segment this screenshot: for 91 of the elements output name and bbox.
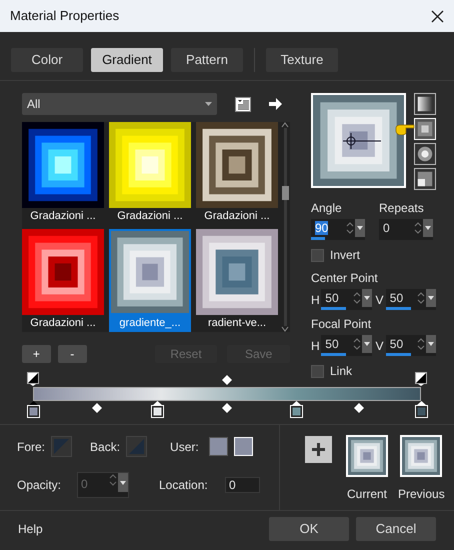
fore-swatch[interactable] bbox=[51, 436, 72, 457]
checkbox-label: Link bbox=[330, 363, 352, 380]
checkbox[interactable] bbox=[311, 364, 324, 378]
caret-icon bbox=[425, 226, 431, 230]
field-label: Back: bbox=[90, 438, 120, 456]
close-icon[interactable] bbox=[431, 10, 444, 22]
field-label: H bbox=[311, 292, 320, 308]
caret-icon bbox=[428, 342, 434, 346]
checkbox-label: Invert bbox=[330, 247, 360, 264]
caret-icon bbox=[205, 102, 212, 106]
spin-arrows-icon[interactable] bbox=[413, 221, 423, 235]
location-field[interactable]: 0 bbox=[225, 477, 260, 493]
gradient-item[interactable]: gradiente_... bbox=[109, 229, 191, 332]
gradient-style-button[interactable] bbox=[414, 168, 436, 190]
spin-field[interactable]: 0 bbox=[379, 219, 433, 240]
caret-icon bbox=[364, 342, 370, 346]
spin-arrows-icon[interactable] bbox=[352, 337, 362, 351]
category-dropdown[interactable]: All bbox=[22, 93, 217, 115]
field-label: V bbox=[376, 338, 385, 354]
field-label: Fore: bbox=[17, 438, 46, 456]
chevron-down-icon[interactable] bbox=[281, 326, 289, 332]
opacity-stop-marker[interactable] bbox=[415, 372, 427, 386]
gradient-bar[interactable] bbox=[33, 387, 421, 401]
field-label: User: bbox=[170, 438, 199, 456]
gradient-style-button[interactable] bbox=[414, 143, 436, 165]
gradient-swatch bbox=[348, 437, 386, 475]
spin-arrows-icon[interactable] bbox=[416, 337, 426, 351]
color-stop-marker[interactable] bbox=[150, 401, 164, 418]
opacity-stop-marker[interactable] bbox=[27, 372, 39, 386]
swatch-label: Previous bbox=[398, 486, 445, 503]
swatch-preview[interactable] bbox=[400, 435, 442, 477]
window-title: Material Properties bbox=[10, 7, 120, 26]
caret-icon bbox=[428, 296, 434, 300]
caret-icon bbox=[364, 296, 370, 300]
gradient-item[interactable]: Gradazioni ... bbox=[196, 122, 278, 225]
dropdown-button[interactable] bbox=[362, 289, 372, 307]
cancel-button[interactable]: Cancel bbox=[356, 517, 436, 541]
checkbox[interactable] bbox=[311, 248, 324, 262]
pointing-hand-icon bbox=[395, 124, 415, 135]
spin-arrows-icon[interactable] bbox=[352, 291, 362, 305]
field-label: Focal Point bbox=[311, 316, 372, 333]
midpoint-marker[interactable] bbox=[92, 403, 102, 413]
spin-arrows-icon[interactable] bbox=[108, 473, 118, 487]
color-stop-marker[interactable] bbox=[414, 401, 428, 418]
caret-icon bbox=[357, 226, 363, 230]
list-button[interactable]: + bbox=[22, 345, 51, 363]
field-label: Opacity: bbox=[17, 477, 62, 494]
spin-field[interactable]: 50 bbox=[321, 335, 372, 356]
spin-field[interactable]: 50 bbox=[386, 335, 436, 356]
gradient-item[interactable]: Gradazioni ... bbox=[22, 229, 104, 332]
ok-button[interactable]: OK bbox=[269, 517, 349, 541]
caret-icon bbox=[120, 480, 126, 484]
field-label: H bbox=[311, 338, 320, 354]
gradient-item[interactable]: Gradazioni ... bbox=[22, 122, 104, 225]
spin-arrows-icon[interactable] bbox=[416, 291, 426, 305]
gradient-item[interactable]: Gradazioni ... bbox=[109, 122, 191, 225]
crosshair-icon[interactable] bbox=[341, 131, 381, 151]
midpoint-marker[interactable] bbox=[222, 375, 232, 385]
gradient-style-button[interactable] bbox=[414, 93, 436, 115]
user-swatch[interactable] bbox=[208, 437, 228, 456]
list-button[interactable]: - bbox=[58, 345, 87, 363]
spin-field[interactable]: 50 bbox=[386, 289, 436, 310]
field-label: Repeats bbox=[379, 200, 425, 217]
help-link[interactable]: Help bbox=[18, 520, 269, 538]
field-label: V bbox=[376, 292, 385, 308]
chevron-up-icon[interactable] bbox=[281, 122, 289, 128]
arrow-right-icon[interactable] bbox=[269, 98, 282, 110]
field-label: Location: bbox=[159, 477, 209, 494]
scrollbar-thumb[interactable] bbox=[282, 186, 288, 200]
plus-icon bbox=[312, 443, 325, 456]
list-icon[interactable] bbox=[235, 96, 251, 112]
color-stop-marker[interactable] bbox=[290, 401, 304, 418]
spin-field[interactable]: 90 bbox=[311, 219, 365, 240]
back-swatch[interactable] bbox=[126, 436, 148, 457]
field-label: Center Point bbox=[311, 270, 379, 287]
tab[interactable]: Texture bbox=[266, 48, 338, 72]
color-stop-marker[interactable] bbox=[26, 401, 40, 418]
tab[interactable]: Pattern bbox=[171, 48, 243, 72]
add-swatch-button[interactable] bbox=[305, 436, 332, 463]
swatch-label: Current bbox=[346, 486, 387, 503]
swatch-preview[interactable] bbox=[346, 435, 388, 477]
midpoint-marker[interactable] bbox=[222, 403, 232, 413]
spin-arrows-icon[interactable] bbox=[345, 221, 355, 235]
gradient-item[interactable]: radient-ve... bbox=[196, 229, 278, 332]
spin-field[interactable]: 50 bbox=[321, 289, 372, 310]
dropdown-button[interactable] bbox=[362, 335, 372, 353]
field-label: Angle bbox=[311, 200, 343, 217]
midpoint-marker[interactable] bbox=[354, 403, 364, 413]
gradient-swatch bbox=[402, 437, 440, 475]
tab[interactable]: Color bbox=[11, 48, 83, 72]
tab[interactable]: Gradient bbox=[91, 48, 163, 72]
